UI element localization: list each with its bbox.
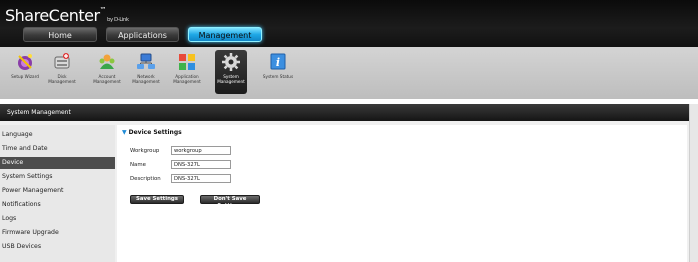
tab-home[interactable]: Home (23, 27, 97, 42)
system-management-panel: System Management Language Time and Date… (0, 104, 689, 262)
toolbar-label: Disk Management (48, 74, 76, 84)
description-input[interactable] (171, 174, 231, 183)
sidebar-item-usb-devices[interactable]: USB Devices (0, 241, 115, 253)
sidebar-item-logs[interactable]: Logs (0, 213, 115, 225)
sidebar-item-power-management[interactable]: Power Management (0, 185, 115, 197)
application-icon (179, 54, 195, 70)
sidebar-item-system-settings[interactable]: System Settings (0, 171, 115, 183)
brand-logo: ShareCenter™by D-Link (5, 6, 129, 25)
disk-icon (54, 53, 70, 69)
toolbar-application-management[interactable]: Application Management (170, 50, 204, 94)
sidebar-item-time-and-date[interactable]: Time and Date (0, 143, 115, 155)
svg-text:i: i (276, 56, 280, 69)
panel-title: System Management (0, 104, 689, 121)
tab-management[interactable]: Management (188, 27, 262, 42)
toolbar-account-management[interactable]: Account Management (90, 50, 124, 94)
dont-save-settings-button[interactable]: Don't Save Settings (200, 195, 260, 209)
description-label: Description (130, 176, 161, 182)
name-input[interactable] (171, 160, 231, 169)
management-toolbar: Setup Wizard Disk Management Account Man… (0, 47, 698, 99)
section-title: Device Settings (128, 129, 182, 136)
sidebar-item-language[interactable]: Language (0, 129, 115, 141)
section-header[interactable]: ▼ Device Settings (122, 129, 182, 136)
name-label: Name (130, 162, 146, 168)
header-bar: ShareCenter™by D-Link Home Applications … (0, 0, 698, 47)
toolbar-label: System Management (217, 74, 245, 84)
network-icon (137, 53, 155, 69)
toolbar-label: Application Management (173, 74, 201, 84)
sidebar-item-device[interactable]: Device (0, 157, 115, 169)
gear-icon (222, 53, 240, 71)
brand-byline: by D-Link (107, 17, 129, 23)
sidebar-item-firmware-upgrade[interactable]: Firmware Upgrade (0, 227, 115, 239)
toolbar-network-management[interactable]: Network Management (129, 50, 163, 94)
toolbar-label: System Status (262, 74, 294, 79)
brand-trademark: ™ (99, 6, 107, 14)
workgroup-input[interactable] (171, 146, 231, 155)
toolbar-label: Network Management (132, 74, 160, 84)
toolbar-disk-management[interactable]: Disk Management (45, 50, 79, 94)
scrollbar[interactable] (689, 104, 698, 262)
sidebar-item-notifications[interactable]: Notifications (0, 199, 115, 211)
collapse-arrow-icon: ▼ (122, 129, 127, 136)
brand-name: ShareCenter (5, 6, 100, 25)
device-settings-pane: ▼Device Settings Workgroup Name Descript… (117, 125, 687, 262)
tab-applications[interactable]: Applications (106, 27, 179, 42)
wizard-icon (18, 54, 32, 70)
toolbar-system-management[interactable]: System Management (215, 50, 247, 94)
sidebar: Language Time and Date Device System Set… (0, 125, 115, 262)
info-icon: i (270, 53, 286, 70)
save-settings-button[interactable]: Save Settings (130, 195, 184, 204)
toolbar-label: Account Management (93, 74, 121, 84)
workgroup-label: Workgroup (130, 148, 160, 154)
toolbar-setup-wizard[interactable]: Setup Wizard (8, 50, 42, 94)
account-icon (99, 54, 115, 69)
toolbar-label: Setup Wizard (11, 74, 39, 79)
toolbar-system-status[interactable]: i System Status (261, 50, 295, 94)
sharecenter-window: ShareCenter™by D-Link Home Applications … (0, 0, 698, 262)
